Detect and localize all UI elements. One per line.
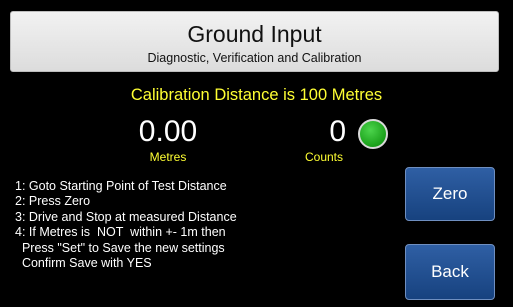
calibration-distance-label: Calibration Distance is 100 Metres (130, 86, 383, 104)
instruction-step: Press "Set" to Save the new settings (15, 240, 225, 255)
instruction-step: 1: Goto Starting Point of Test Distance (15, 179, 227, 193)
page-subtitle: Diagnostic, Verification and Calibration (147, 51, 362, 65)
ground-input-screen: Ground Input Diagnostic, Verification an… (0, 0, 513, 307)
instruction-step: 2: Press Zero (15, 194, 91, 209)
distance-readout: 0.00 (138, 115, 198, 148)
header-panel: Ground Input Diagnostic, Verification an… (10, 11, 499, 72)
back-button[interactable]: Back (405, 244, 495, 300)
counts-unit-label: Counts (304, 150, 344, 164)
instruction-list: 1: Goto Starting Point of Test Distance … (15, 179, 315, 271)
instruction-step: 3: Drive and Stop at measured Distance (15, 209, 237, 224)
page-title: Ground Input (187, 21, 322, 47)
status-indicator-icon (358, 119, 388, 149)
distance-unit-label: Metres (149, 150, 187, 164)
instruction-step: Confirm Save with YES (15, 256, 152, 271)
counts-readout: 0 (329, 115, 346, 148)
zero-button[interactable]: Zero (405, 167, 495, 221)
instruction-step: 4: If Metres is NOT within +- 1m then (15, 225, 226, 240)
